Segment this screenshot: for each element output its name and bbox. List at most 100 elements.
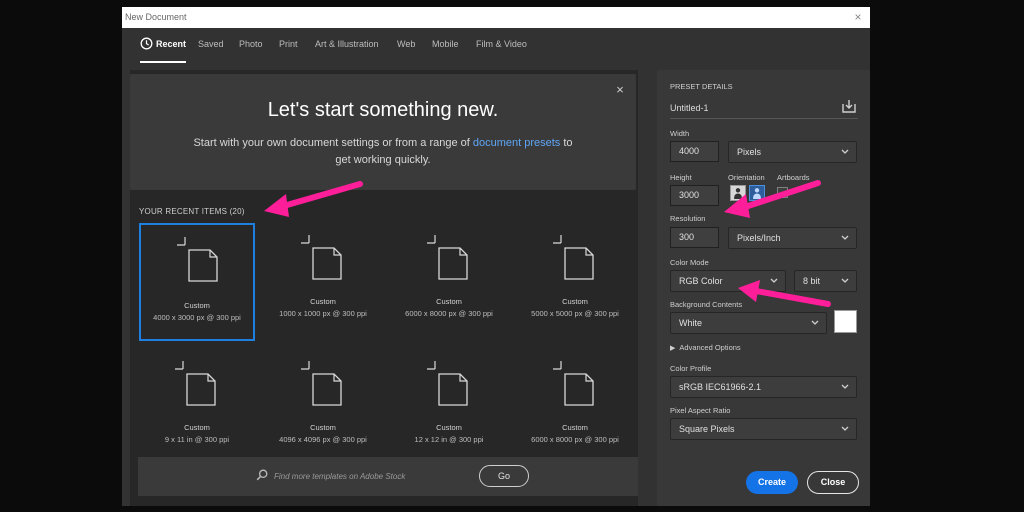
chevron-down-icon xyxy=(841,149,849,154)
recent-items-label: YOUR RECENT ITEMS (20) xyxy=(139,207,245,216)
chevron-down-icon xyxy=(841,426,849,431)
document-presets-link[interactable]: document presets xyxy=(473,137,560,149)
chevron-down-icon xyxy=(811,320,819,325)
document-icon xyxy=(177,237,218,282)
new-document-dialog: New Document × Recent Saved Photo Print … xyxy=(122,7,870,506)
recent-item-name: Custom xyxy=(184,301,210,310)
welcome-banner: × Let's start something new. Start with … xyxy=(130,74,636,190)
window-title: New Document xyxy=(125,12,187,22)
recent-item-size: 6000 x 8000 px @ 300 ppi xyxy=(531,435,619,444)
width-unit-dropdown[interactable]: Pixels xyxy=(728,141,857,163)
tab-label: Recent xyxy=(156,39,187,49)
clock-icon xyxy=(140,37,153,50)
background-contents-value: White xyxy=(679,318,703,328)
document-icon xyxy=(301,361,342,406)
recent-item[interactable]: Custom 6000 x 8000 px @ 300 ppi xyxy=(391,223,507,341)
resolution-unit-value: Pixels/Inch xyxy=(737,233,781,243)
chevron-down-icon xyxy=(841,235,849,240)
recent-item[interactable]: Custom 1000 x 1000 px @ 300 ppi xyxy=(265,223,381,341)
go-button[interactable]: Go xyxy=(479,465,529,487)
create-button[interactable]: Create xyxy=(746,471,798,494)
tab-print[interactable]: Print xyxy=(279,28,298,70)
height-field[interactable]: 3000 xyxy=(670,185,719,206)
active-tab-underline xyxy=(140,61,187,63)
recent-item-size: 6000 x 8000 px @ 300 ppi xyxy=(405,309,493,318)
recent-item-size: 4096 x 4096 px @ 300 ppi xyxy=(279,435,367,444)
document-icon xyxy=(175,361,216,406)
recent-item-name: Custom xyxy=(562,297,588,306)
close-button[interactable]: Close xyxy=(807,471,859,494)
color-mode-label: Color Mode xyxy=(670,258,709,267)
recent-item-name: Custom xyxy=(436,297,462,306)
tab-recent[interactable]: Recent xyxy=(140,28,187,70)
color-profile-dropdown[interactable]: sRGB IEC61966-2.1 xyxy=(670,376,857,398)
recent-item-size: 1000 x 1000 px @ 300 ppi xyxy=(279,309,367,318)
advanced-options-toggle[interactable]: ▶ Advanced Options xyxy=(670,343,741,352)
document-name-underline xyxy=(670,118,858,119)
document-name-field[interactable]: Untitled-1 xyxy=(670,100,830,116)
search-icon xyxy=(256,469,268,481)
preset-details-panel: PRESET DETAILS Untitled-1 Width 4000 Pix… xyxy=(657,70,870,506)
tab-label: Photo xyxy=(239,39,263,49)
bit-depth-dropdown[interactable]: 8 bit xyxy=(794,270,857,292)
color-mode-dropdown[interactable]: RGB Color xyxy=(670,270,786,292)
tab-label: Mobile xyxy=(432,39,459,49)
tab-saved[interactable]: Saved xyxy=(198,28,224,70)
recent-item[interactable]: Custom 6000 x 8000 px @ 300 ppi xyxy=(517,349,633,467)
category-tabs: Recent Saved Photo Print Art & Illustrat… xyxy=(122,28,870,70)
presets-panel: × Let's start something new. Start with … xyxy=(130,70,638,506)
tab-art-illustration[interactable]: Art & Illustration xyxy=(315,28,379,70)
recent-item-name: Custom xyxy=(310,423,336,432)
background-contents-label: Background Contents xyxy=(670,300,743,309)
width-label: Width xyxy=(670,129,690,138)
width-unit-value: Pixels xyxy=(737,147,762,157)
bit-depth-value: 8 bit xyxy=(803,276,821,286)
preset-details-heading: PRESET DETAILS xyxy=(670,82,733,91)
resolution-field[interactable]: 300 xyxy=(670,227,719,248)
pixel-aspect-ratio-dropdown[interactable]: Square Pixels xyxy=(670,418,857,440)
banner-text-start: Start with your own document settings or… xyxy=(193,137,473,149)
recent-item-size: 4000 x 3000 px @ 300 ppi xyxy=(153,313,241,322)
tab-label: Art & Illustration xyxy=(315,39,379,49)
recent-item[interactable]: Custom 4000 x 3000 px @ 300 ppi xyxy=(139,223,255,341)
tab-web[interactable]: Web xyxy=(397,28,415,70)
save-preset-icon[interactable] xyxy=(841,98,857,114)
color-mode-value: RGB Color xyxy=(679,276,723,286)
resolution-label: Resolution xyxy=(670,214,706,223)
banner-text: Start with your own document settings or… xyxy=(190,135,576,169)
window-close-icon[interactable]: × xyxy=(851,7,865,28)
recent-item[interactable]: Custom 4096 x 4096 px @ 300 ppi xyxy=(265,349,381,467)
banner-heading: Let's start something new. xyxy=(267,99,499,121)
document-icon xyxy=(553,361,594,406)
tab-mobile[interactable]: Mobile xyxy=(432,28,459,70)
document-icon xyxy=(301,235,342,280)
color-profile-label: Color Profile xyxy=(670,364,712,373)
portrait-orientation-icon[interactable] xyxy=(730,185,746,201)
recent-item[interactable]: Custom 9 x 11 in @ 300 ppi xyxy=(139,349,255,467)
width-field[interactable]: 4000 xyxy=(670,141,719,162)
tab-label: Saved xyxy=(198,39,224,49)
chevron-down-icon xyxy=(770,278,778,283)
recent-item-name: Custom xyxy=(562,423,588,432)
tab-photo[interactable]: Photo xyxy=(239,28,263,70)
recent-item[interactable]: Custom 5000 x 5000 px @ 300 ppi xyxy=(517,223,633,341)
disclosure-triangle-icon: ▶ xyxy=(670,345,676,352)
artboards-checkbox[interactable] xyxy=(777,187,788,198)
landscape-orientation-icon[interactable] xyxy=(749,185,765,201)
chevron-down-icon xyxy=(841,384,849,389)
artboards-label: Artboards xyxy=(777,173,810,182)
tab-film-video[interactable]: Film & Video xyxy=(476,28,527,70)
recent-item-size: 5000 x 5000 px @ 300 ppi xyxy=(531,309,619,318)
document-icon xyxy=(427,235,468,280)
resolution-unit-dropdown[interactable]: Pixels/Inch xyxy=(728,227,857,249)
orientation-label: Orientation xyxy=(728,173,765,182)
title-bar: New Document × xyxy=(122,7,870,28)
tab-label: Print xyxy=(279,39,298,49)
recent-item[interactable]: Custom 12 x 12 in @ 300 ppi xyxy=(391,349,507,467)
background-color-swatch[interactable] xyxy=(834,310,857,333)
banner-close-icon[interactable]: × xyxy=(613,83,627,97)
chevron-down-icon xyxy=(841,278,849,283)
color-profile-value: sRGB IEC61966-2.1 xyxy=(679,382,762,392)
stock-search-input[interactable] xyxy=(274,468,470,484)
background-contents-dropdown[interactable]: White xyxy=(670,312,827,334)
